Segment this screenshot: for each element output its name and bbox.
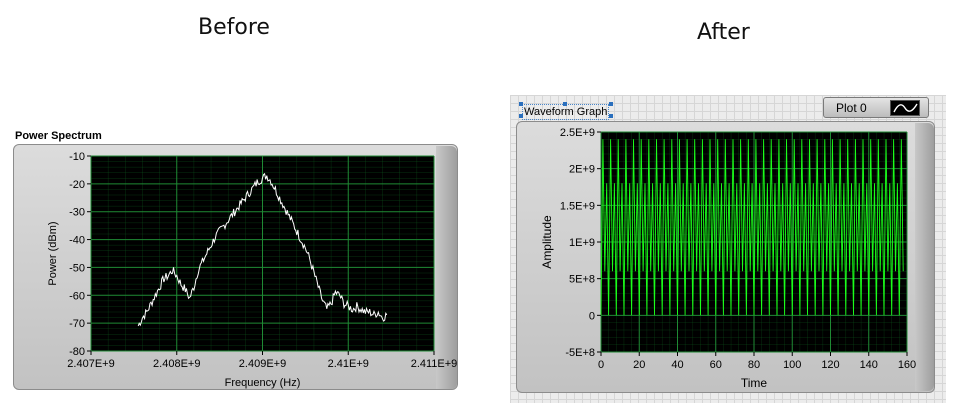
y-tick-label: 2E+9 [569,164,595,176]
x-axis-label: Time [741,376,768,390]
y-tick-label: 2.5E+9 [560,127,595,139]
y-axis-label: Amplitude [540,215,554,269]
x-tick-label: 20 [633,359,645,371]
y-tick-label: -5E+8 [565,347,595,359]
x-tick-label: 0 [598,359,604,371]
x-tick-label: 120 [821,359,839,371]
y-tick-label: 1.5E+9 [560,200,595,212]
y-tick-label: 1E+9 [569,237,595,249]
waveform-chart[interactable]: 2.5E+92E+91.5E+91E+95E+80-5E+80 20 40 60 80 1… [0,0,966,414]
y-tick-label: 0 [589,310,595,322]
x-tick-label: 60 [710,359,722,371]
x-tick-label: 40 [671,359,683,371]
x-tick-label: 100 [783,359,801,371]
x-tick-label: 140 [860,359,878,371]
y-tick-label: 5E+8 [569,274,595,286]
x-tick-label: 160 [898,359,916,371]
x-tick-label: 80 [748,359,760,371]
